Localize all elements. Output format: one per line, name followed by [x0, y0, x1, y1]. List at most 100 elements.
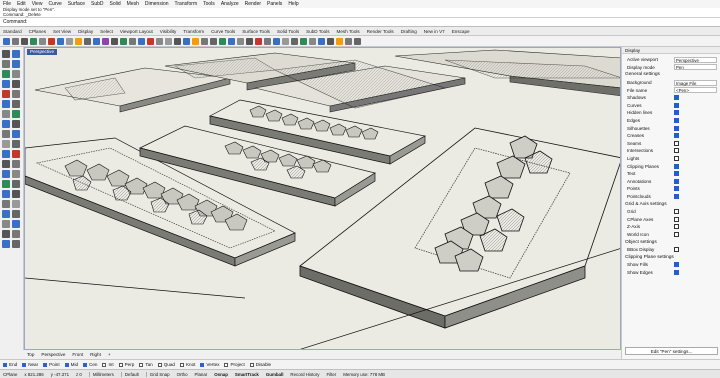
viewport-tab[interactable]: + [108, 352, 111, 357]
osnap-item[interactable]: Vertex [200, 362, 219, 367]
osnap-item[interactable]: Mid [64, 362, 78, 367]
panel-row-checkbox[interactable] [674, 178, 679, 184]
toolbar-tool-icon[interactable] [75, 37, 82, 45]
menu-item[interactable]: Dimension [145, 1, 169, 7]
panel-row-checkbox[interactable] [674, 209, 679, 215]
toolbar-tool-icon[interactable] [138, 37, 145, 45]
tool-palette-icon[interactable] [12, 190, 20, 198]
tool-palette-icon[interactable] [2, 100, 10, 108]
toolbar-tool-icon[interactable] [354, 37, 361, 45]
toolbar-tool-icon[interactable] [345, 37, 352, 45]
osnap-item[interactable]: Point [43, 362, 60, 367]
toolbar-tab[interactable]: Display [78, 29, 93, 34]
toolbar-tab[interactable]: SubD Tools [306, 29, 329, 34]
status-grid-snap[interactable]: Grid Snap [145, 371, 170, 377]
tool-palette-icon[interactable] [2, 170, 10, 178]
panel-row-checkbox[interactable] [674, 95, 679, 101]
tool-palette-icon[interactable] [12, 90, 20, 98]
toolbar-tab[interactable]: Standard [3, 29, 22, 34]
tool-palette-icon[interactable] [2, 200, 10, 208]
toolbar-tool-icon[interactable] [273, 37, 280, 45]
tool-palette-icon[interactable] [12, 130, 20, 138]
tool-palette-icon[interactable] [2, 210, 10, 218]
toolbar-tool-icon[interactable] [156, 37, 163, 45]
panel-title[interactable]: Display [622, 47, 720, 54]
menu-item[interactable]: Tools [203, 1, 215, 7]
tool-palette-icon[interactable] [2, 230, 10, 238]
viewport-tab[interactable]: Top [27, 352, 34, 357]
panel-row-checkbox[interactable] [674, 194, 679, 200]
status-cplane[interactable]: CPlane [3, 372, 17, 377]
toolbar-tab[interactable]: Curve Tools [211, 29, 235, 34]
toolbar-tool-icon[interactable] [174, 37, 181, 45]
tool-palette-icon[interactable] [2, 130, 10, 138]
tool-palette-icon[interactable] [2, 240, 10, 248]
toolbar-tool-icon[interactable] [48, 37, 55, 45]
viewport-perspective[interactable]: Perspective [24, 47, 621, 350]
tool-palette-icon[interactable] [12, 60, 20, 68]
status-layer[interactable]: Default [120, 371, 139, 377]
panel-row-checkbox[interactable] [674, 262, 679, 268]
toolbar-tool-icon[interactable] [39, 37, 46, 45]
osnap-item[interactable]: Project [224, 362, 245, 367]
edit-pen-settings-button[interactable]: Edit "Pen" settings... [625, 347, 718, 355]
panel-row-checkbox[interactable] [674, 140, 679, 146]
toolbar-tool-icon[interactable] [264, 37, 271, 45]
status-gumball[interactable]: Gumball [266, 372, 284, 377]
osnap-checkbox[interactable] [118, 362, 123, 367]
toolbar-tool-icon[interactable] [102, 37, 109, 45]
panel-row-checkbox[interactable] [674, 148, 679, 154]
toolbar-tool-icon[interactable] [66, 37, 73, 45]
toolbar-tool-icon[interactable] [3, 37, 10, 45]
toolbar-tool-icon[interactable] [93, 37, 100, 45]
model-scene[interactable] [25, 48, 621, 350]
menu-item[interactable]: Surface [68, 1, 85, 7]
toolbar-tool-icon[interactable] [165, 37, 172, 45]
toolbar-tool-icon[interactable] [210, 37, 217, 45]
toolbar-tab[interactable]: Viewport Layout [120, 29, 153, 34]
toolbar-tab[interactable]: Visibility [160, 29, 177, 34]
toolbar-tool-icon[interactable] [291, 37, 298, 45]
toolbar-tab[interactable]: CPlanes [29, 29, 46, 34]
osnap-item[interactable]: End [3, 362, 17, 367]
toolbar-tool-icon[interactable] [12, 37, 19, 45]
toolbar-tab[interactable]: Transform [183, 29, 204, 34]
tool-palette-icon[interactable] [12, 140, 20, 148]
tool-palette-icon[interactable] [2, 190, 10, 198]
tool-palette-icon[interactable] [12, 200, 20, 208]
status-filter[interactable]: Filter [326, 372, 336, 377]
toolbar-tab[interactable]: Select [100, 29, 113, 34]
toolbar-tab[interactable]: Enscape [452, 29, 470, 34]
status-smarttrack[interactable]: SmartTrack [235, 372, 259, 377]
toolbar-tab[interactable]: Set View [53, 29, 71, 34]
osnap-checkbox[interactable] [249, 362, 254, 367]
toolbar-tool-icon[interactable] [57, 37, 64, 45]
osnap-checkbox[interactable] [64, 362, 69, 367]
toolbar-tab[interactable]: Surface Tools [242, 29, 270, 34]
toolbar-tool-icon[interactable] [21, 37, 28, 45]
toolbar-tool-icon[interactable] [282, 37, 289, 45]
tool-palette-icon[interactable] [12, 100, 20, 108]
toolbar-tool-icon[interactable] [147, 37, 154, 45]
tool-palette-icon[interactable] [2, 50, 10, 58]
tool-palette-icon[interactable] [2, 160, 10, 168]
status-units[interactable]: Millimeters [88, 371, 114, 377]
osnap-checkbox[interactable] [22, 362, 27, 367]
osnap-item[interactable]: Cen [83, 362, 97, 367]
osnap-checkbox[interactable] [157, 362, 162, 367]
toolbar-tool-icon[interactable] [246, 37, 253, 45]
panel-row-checkbox[interactable] [674, 232, 679, 238]
panel-row-checkbox[interactable] [674, 156, 679, 162]
menu-item[interactable]: Analyze [221, 1, 239, 7]
status-record-history[interactable]: Record History [290, 372, 319, 377]
tool-palette-icon[interactable] [12, 50, 20, 58]
tool-palette-icon[interactable] [12, 110, 20, 118]
panel-row-value[interactable]: Pen [674, 64, 717, 71]
panel-row-checkbox[interactable] [674, 270, 679, 276]
tool-palette-icon[interactable] [2, 80, 10, 88]
tool-palette-icon[interactable] [12, 220, 20, 228]
panel-row-checkbox[interactable] [674, 163, 679, 169]
toolbar-tool-icon[interactable] [237, 37, 244, 45]
osnap-checkbox[interactable] [200, 362, 205, 367]
toolbar-tool-icon[interactable] [129, 37, 136, 45]
